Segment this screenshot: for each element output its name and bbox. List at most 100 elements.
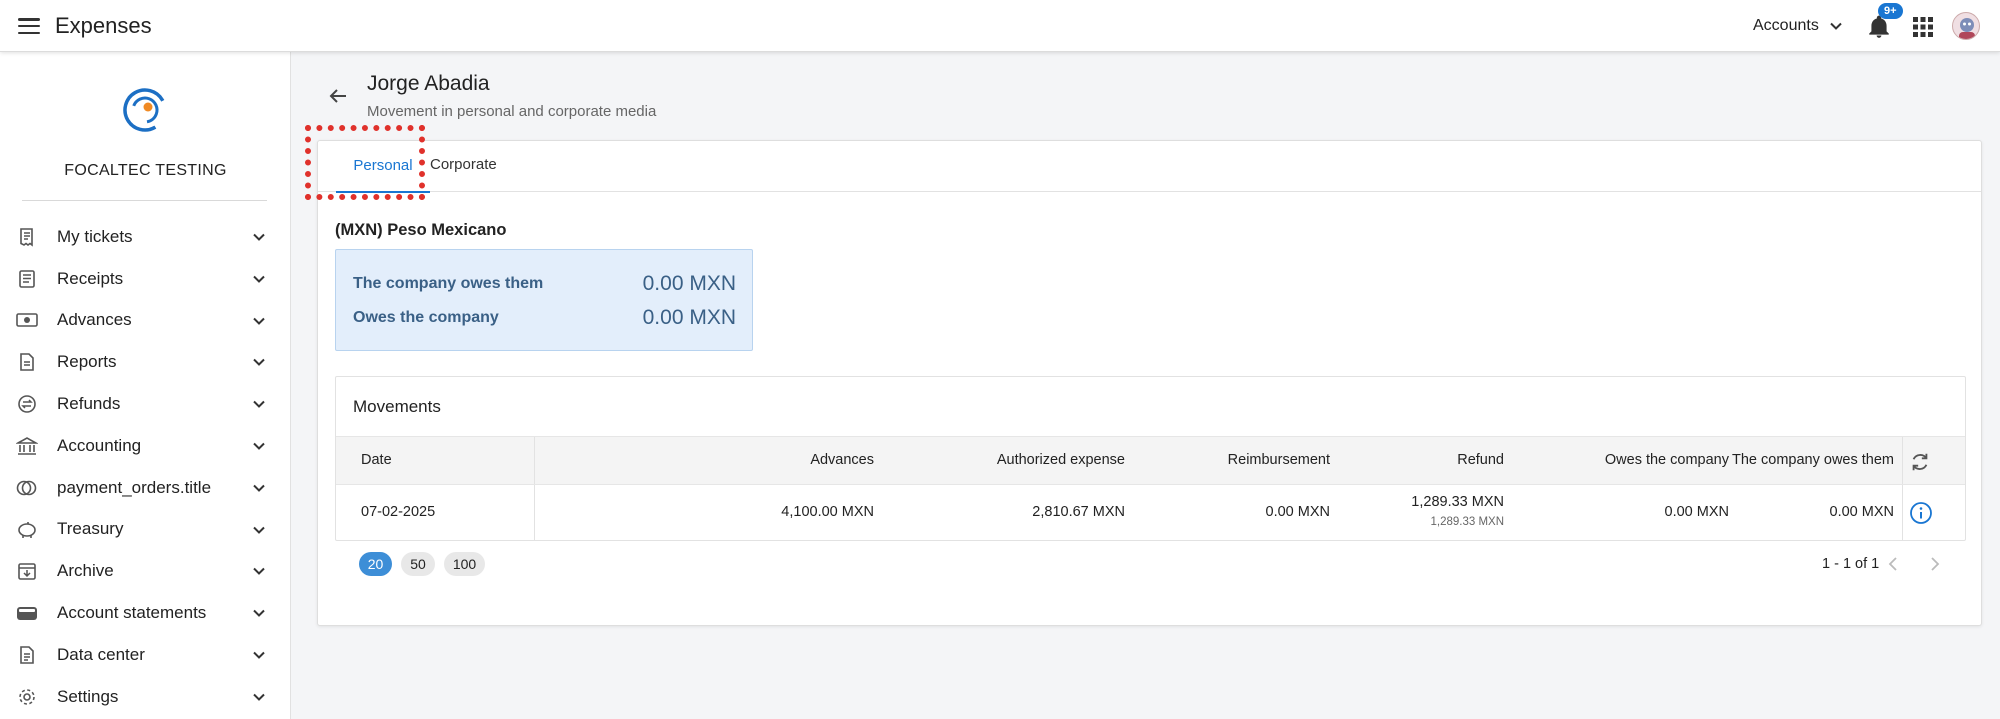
owes-company-value: 0.00 MXN <box>642 306 736 329</box>
company-owes-label: The company owes them <box>353 275 544 292</box>
cell-reimbursement: 0.00 MXN <box>1265 504 1330 520</box>
company-owes-value: 0.00 MXN <box>642 272 736 295</box>
sidebar-item-label: Treasury <box>57 519 124 539</box>
company-owes-row: The company owes them 0.00 MXN <box>353 272 736 296</box>
sidebar-item-label: Refunds <box>57 394 121 414</box>
company-logo <box>123 88 167 132</box>
sidebar-item-reports[interactable]: Reports <box>0 341 291 383</box>
sidebar-item-label: Accounting <box>57 435 142 455</box>
sidebar-item-data-center[interactable]: Data center <box>0 634 291 676</box>
sidebar-item-my-tickets[interactable]: My tickets <box>0 216 291 258</box>
company-name: FOCALTEC TESTING <box>64 162 227 179</box>
chevron-down-icon <box>253 275 265 283</box>
sidebar-item-label: Reports <box>57 352 117 372</box>
gear-icon <box>16 686 38 708</box>
column-header-reimbursement[interactable]: Reimbursement <box>1228 452 1330 468</box>
column-divider <box>534 437 535 484</box>
chevron-down-icon <box>253 526 265 534</box>
movements-title: Movements <box>353 397 441 416</box>
sidebar-item-payment-orders[interactable]: payment_orders.title <box>0 467 291 509</box>
receipt-icon <box>16 268 38 290</box>
cell-date: 07-02-2025 <box>361 504 436 520</box>
piggy-bank-icon <box>16 518 38 540</box>
sidebar-item-label: payment_orders.title <box>57 477 212 497</box>
report-icon <box>16 351 38 373</box>
column-header-authorized-expense[interactable]: Authorized expense <box>997 452 1125 468</box>
accounts-dropdown[interactable]: Accounts <box>1753 17 1843 35</box>
chevron-down-icon <box>253 233 265 241</box>
owes-company-label: Owes the company <box>353 309 499 326</box>
column-divider <box>534 485 535 541</box>
avatar[interactable] <box>1952 12 1980 40</box>
chevron-down-icon <box>253 442 265 450</box>
sidebar-item-label: Advances <box>57 310 132 330</box>
notification-badge: 9+ <box>1878 3 1903 19</box>
apps-grid-icon[interactable] <box>1912 16 1934 38</box>
chevron-down-icon <box>1830 22 1842 30</box>
cell-authorized-expense: 2,810.67 MXN <box>1032 504 1125 520</box>
wallet-icon <box>16 602 38 624</box>
cell-refund: 1,289.33 MXN <box>1411 494 1504 510</box>
bank-icon <box>16 435 38 457</box>
chevron-down-icon <box>253 651 265 659</box>
sidebar-item-settings[interactable]: Settings <box>0 676 291 718</box>
owes-company-row: Owes the company 0.00 MXN <box>353 306 736 330</box>
column-header-date[interactable]: Date <box>361 452 392 468</box>
tab-bar: Personal Corporate <box>318 141 1981 193</box>
sidebar-item-archive[interactable]: Archive <box>0 550 291 592</box>
menu-icon[interactable] <box>18 18 40 35</box>
refresh-icon[interactable] <box>1909 451 1931 473</box>
chevron-down-icon <box>253 400 265 409</box>
sidebar-nav: My tickets Receipts Advances Reports Ref… <box>0 216 291 718</box>
sidebar-item-label: My tickets <box>57 226 133 246</box>
back-arrow-icon[interactable] <box>326 84 350 108</box>
sidebar-item-label: Archive <box>57 561 114 581</box>
table-row: 07-02-2025 4,100.00 MXN 2,810.67 MXN 0.0… <box>336 485 1965 541</box>
sidebar-item-treasury[interactable]: Treasury <box>0 509 291 551</box>
sidebar-item-account-statements[interactable]: Account statements <box>0 592 291 634</box>
currency-title: (MXN) Peso Mexicano <box>335 221 507 239</box>
cell-owes-the-company: 0.00 MXN <box>1664 504 1729 520</box>
page-size-100[interactable]: 100 <box>444 552 485 576</box>
cell-company-owes-them: 0.00 MXN <box>1829 504 1894 520</box>
sidebar-item-label: Settings <box>57 686 119 706</box>
sidebar-item-receipts[interactable]: Receipts <box>0 258 291 300</box>
cell-advances: 4,100.00 MXN <box>781 504 874 520</box>
page-size-20[interactable]: 20 <box>359 552 392 576</box>
tab-personal[interactable]: Personal <box>336 156 430 193</box>
info-icon[interactable] <box>1909 501 1933 525</box>
movements-table: Movements Date Advances Authorized expen… <box>335 376 1966 541</box>
sidebar-item-accounting[interactable]: Accounting <box>0 425 291 467</box>
sidebar-item-advances[interactable]: Advances <box>0 300 291 342</box>
column-divider <box>1902 485 1903 541</box>
column-header-refund[interactable]: Refund <box>1457 452 1504 468</box>
sidebar-item-refunds[interactable]: Refunds <box>0 383 291 425</box>
sidebar-item-label: Data center <box>57 644 145 664</box>
chevron-right-icon[interactable] <box>1925 555 1943 573</box>
chevron-down-icon <box>253 693 265 701</box>
movements-card: Personal Corporate (MXN) Peso Mexicano T… <box>317 140 1982 626</box>
column-header-owes-the-company[interactable]: Owes the company <box>1605 452 1729 468</box>
column-header-advances[interactable]: Advances <box>810 452 874 468</box>
chevron-down-icon <box>253 609 265 618</box>
accounts-label: Accounts <box>1753 17 1819 34</box>
payment-orders-icon <box>16 477 38 499</box>
tab-corporate[interactable]: Corporate <box>430 156 497 173</box>
cash-icon <box>16 309 38 331</box>
page-title: Jorge Abadia <box>367 72 490 95</box>
app-title: Expenses <box>55 13 152 38</box>
top-bar: Expenses Accounts 9+ <box>0 0 2000 52</box>
page-size-50[interactable]: 50 <box>401 552 435 576</box>
column-header-company-owes-them[interactable]: The company owes them <box>1732 452 1894 468</box>
sidebar-item-label: Account statements <box>57 603 207 623</box>
sidebar-item-label: Receipts <box>57 268 124 288</box>
sidebar: FOCALTEC TESTING My tickets Receipts Adv… <box>0 52 291 719</box>
cell-refund-secondary: 1,289.33 MXN <box>1430 516 1504 528</box>
data-center-icon <box>16 644 38 666</box>
archive-icon <box>16 560 38 582</box>
chevron-down-icon <box>253 359 265 367</box>
column-divider <box>1902 437 1903 484</box>
balance-summary: The company owes them 0.00 MXN Owes the … <box>335 249 753 351</box>
chevron-left-icon[interactable] <box>1885 555 1903 573</box>
chevron-down-icon <box>253 317 265 325</box>
